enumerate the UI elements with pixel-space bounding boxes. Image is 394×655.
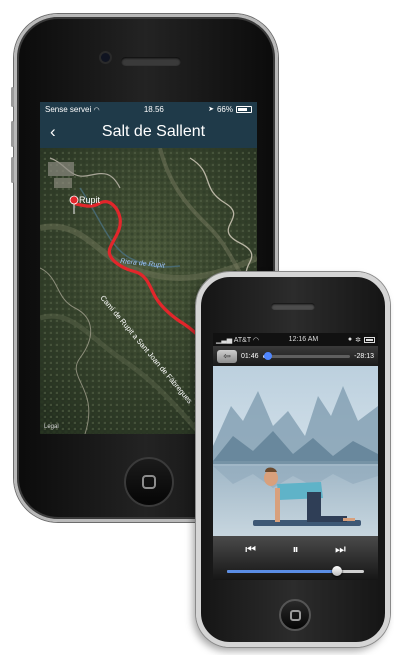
carrier-label: AT&T (233, 336, 251, 344)
playback-scrubber-bar: ⇦ 01:46 -28:13 (213, 346, 378, 366)
volume-down-button (11, 157, 14, 183)
home-button[interactable] (279, 599, 311, 631)
chevron-left-icon[interactable]: ‹ (50, 122, 56, 142)
battery-icon (235, 105, 252, 113)
location-arrow-icon: ➤ (208, 106, 214, 113)
navigation-bar: ‹ Salt de Sallent (40, 116, 257, 148)
volume-fill (227, 569, 337, 573)
back-arrow-icon: ⇦ (223, 350, 231, 361)
video-frame-yoga[interactable] (213, 366, 378, 536)
clock-label: 18.56 (143, 104, 164, 114)
done-back-button[interactable]: ⇦ (217, 349, 237, 363)
battery-percent-label: 66% (216, 104, 233, 114)
video-player-screen: ▁▃▅ AT&T ◠ 12:16 AM ● ✲ ⇦ 01:46 -28:13 ⏮… (213, 333, 378, 580)
progress-track[interactable] (262, 351, 351, 360)
lock-icon: ● (347, 336, 353, 343)
mute-switch (11, 87, 14, 107)
carrier-label: Sense servei ◠ (45, 104, 100, 114)
elapsed-time: 01:46 (241, 352, 259, 360)
pause-icon[interactable]: ⏸ (292, 542, 298, 557)
volume-slider[interactable] (213, 562, 378, 580)
map-marker-label: Rupit (79, 195, 101, 205)
signal-bars-icon: ▁▃▅ (216, 336, 233, 344)
earpiece-speaker (121, 57, 181, 66)
home-button[interactable] (124, 457, 174, 507)
home-square-icon (142, 475, 156, 489)
clock-label: 12:16 AM (288, 336, 319, 343)
volume-knob[interactable] (331, 565, 342, 576)
bluetooth-icon: ✲ (355, 336, 361, 344)
volume-up-button (11, 121, 14, 147)
remaining-time: -28:13 (354, 352, 374, 360)
battery-icon (364, 336, 375, 343)
wifi-icon: ◠ (252, 336, 260, 344)
page-title: Salt de Sallent (101, 123, 206, 140)
next-track-icon[interactable]: ⏭ (335, 542, 346, 557)
home-square-icon (290, 610, 301, 621)
front-camera (101, 53, 110, 62)
progress-knob[interactable] (263, 351, 272, 360)
wifi-icon: ◠ (93, 106, 100, 114)
map-attribution[interactable]: Legal (44, 424, 59, 430)
previous-track-icon[interactable]: ⏮ (245, 542, 256, 557)
phone-device-video: ▁▃▅ AT&T ◠ 12:16 AM ● ✲ ⇦ 01:46 -28:13 ⏮… (196, 272, 390, 647)
status-bar: ▁▃▅ AT&T ◠ 12:16 AM ● ✲ (213, 333, 378, 346)
earpiece-speaker (271, 303, 315, 310)
status-bar: Sense servei ◠ 18.56 ➤ 66% (40, 102, 257, 116)
volume-track[interactable] (227, 565, 364, 576)
playback-controls: ⏮ ⏸ ⏭ (213, 536, 378, 580)
